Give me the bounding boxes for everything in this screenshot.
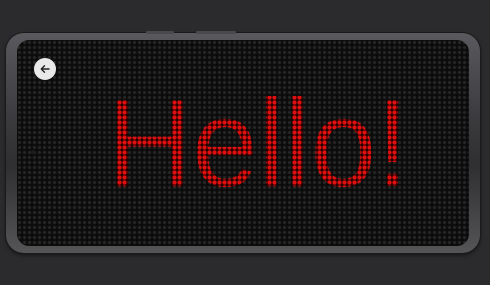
led-message-text: Hello! xyxy=(107,75,409,213)
arrow-left-icon xyxy=(39,63,51,75)
back-button[interactable] xyxy=(34,58,56,80)
led-display-screen: Hello! xyxy=(17,40,469,246)
phone-frame: Hello! xyxy=(6,31,480,253)
power-button xyxy=(196,31,236,34)
app-canvas: Hello! xyxy=(0,0,490,285)
led-message-svg: Hello! xyxy=(107,75,409,213)
volume-button xyxy=(146,31,174,34)
